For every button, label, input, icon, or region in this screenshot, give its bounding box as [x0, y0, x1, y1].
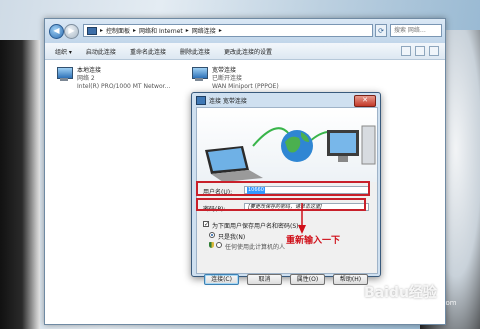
save-password-checkbox[interactable]: ✓	[203, 221, 209, 228]
uac-shield-icon	[209, 242, 214, 248]
organize-menu[interactable]: 组织 ▾	[55, 47, 72, 56]
dialog-title: 连接 宽带连接	[209, 97, 247, 105]
cancel-button[interactable]: 取消	[247, 274, 282, 285]
only-me-label: 只是我(N)	[218, 234, 246, 241]
connection-name: 本地连接	[77, 67, 102, 74]
preview-pane-icon[interactable]	[415, 46, 425, 56]
start-connection-button[interactable]: 启动此连接	[86, 47, 116, 56]
view-options-icon[interactable]	[401, 46, 411, 56]
command-toolbar: 组织 ▾ 启动此连接 重命名此连接 删除此连接 更改此连接的设置	[45, 43, 445, 60]
save-password-label: 为下面用户保存用户名和密码(S):	[212, 223, 301, 230]
baidu-watermark-url: jingyan.baidu.com	[392, 299, 457, 307]
close-button[interactable]: ✕	[354, 95, 376, 107]
connection-banner	[197, 108, 377, 182]
connection-name: 宽带连接	[212, 67, 237, 74]
anyone-radio[interactable]	[216, 242, 222, 248]
help-icon[interactable]	[429, 46, 439, 56]
view-controls	[401, 46, 439, 56]
wallpaper-penguin-left	[0, 40, 40, 329]
forward-button[interactable]: ▶	[64, 24, 79, 39]
password-highlight-box	[196, 198, 366, 211]
local-connection-item[interactable]: 本地连接 网络 2 Intel(R) PRO/1000 MT Networ...	[55, 67, 170, 91]
connection-device: Intel(R) PRO/1000 MT Networ...	[77, 83, 171, 90]
breadcrumb-control-panel[interactable]: 控制面板	[106, 26, 130, 35]
breadcrumb-network-connections[interactable]: 网络连接	[192, 26, 216, 35]
rename-connection-button[interactable]: 重命名此连接	[130, 47, 166, 56]
back-button[interactable]: ◀	[49, 24, 64, 39]
address-separator: ▸	[133, 27, 137, 34]
control-panel-icon	[87, 26, 97, 35]
search-input[interactable]: 搜索 网络…	[390, 24, 442, 37]
address-separator: ▸	[218, 27, 222, 34]
breadcrumb-network-internet[interactable]: 网络和 Internet	[139, 26, 183, 35]
navigation-bar: ◀ ▶ ▸ 控制面板 ▸ 网络和 Internet ▸ 网络连接 ▸ ⟳ 搜索 …	[45, 19, 445, 43]
connect-button[interactable]: 连接(C)	[204, 274, 239, 285]
refresh-button[interactable]: ⟳	[375, 24, 387, 37]
address-separator: ▸	[185, 27, 189, 34]
properties-button[interactable]: 属性(O)	[290, 274, 325, 285]
connection-network: 网络 2	[77, 75, 95, 82]
anyone-label: 任何使用此计算机的人	[225, 244, 286, 251]
connection-icon	[196, 95, 206, 105]
username-highlight-box	[196, 181, 370, 196]
connection-device: WAN Miniport (PPPOE)	[212, 83, 279, 90]
only-me-radio[interactable]	[209, 232, 215, 238]
broadband-adapter-icon	[190, 67, 208, 83]
network-adapter-icon	[55, 67, 73, 83]
broadband-connection-item[interactable]: 宽带连接 已断开连接 WAN Miniport (PPPOE)	[190, 67, 279, 91]
change-settings-button[interactable]: 更改此连接的设置	[224, 47, 272, 56]
address-bar[interactable]: ▸ 控制面板 ▸ 网络和 Internet ▸ 网络连接 ▸	[83, 24, 373, 37]
annotation-text: 重新输入一下	[286, 236, 341, 246]
connection-status: 已断开连接	[212, 75, 243, 82]
dialog-titlebar: 连接 宽带连接	[196, 95, 247, 105]
delete-connection-button[interactable]: 删除此连接	[180, 47, 210, 56]
laptop-globe-computer-illustration	[205, 125, 376, 182]
address-separator: ▸	[100, 27, 104, 34]
help-button[interactable]: 帮助(H)	[333, 274, 368, 285]
annotation-arrow-icon	[298, 203, 306, 234]
